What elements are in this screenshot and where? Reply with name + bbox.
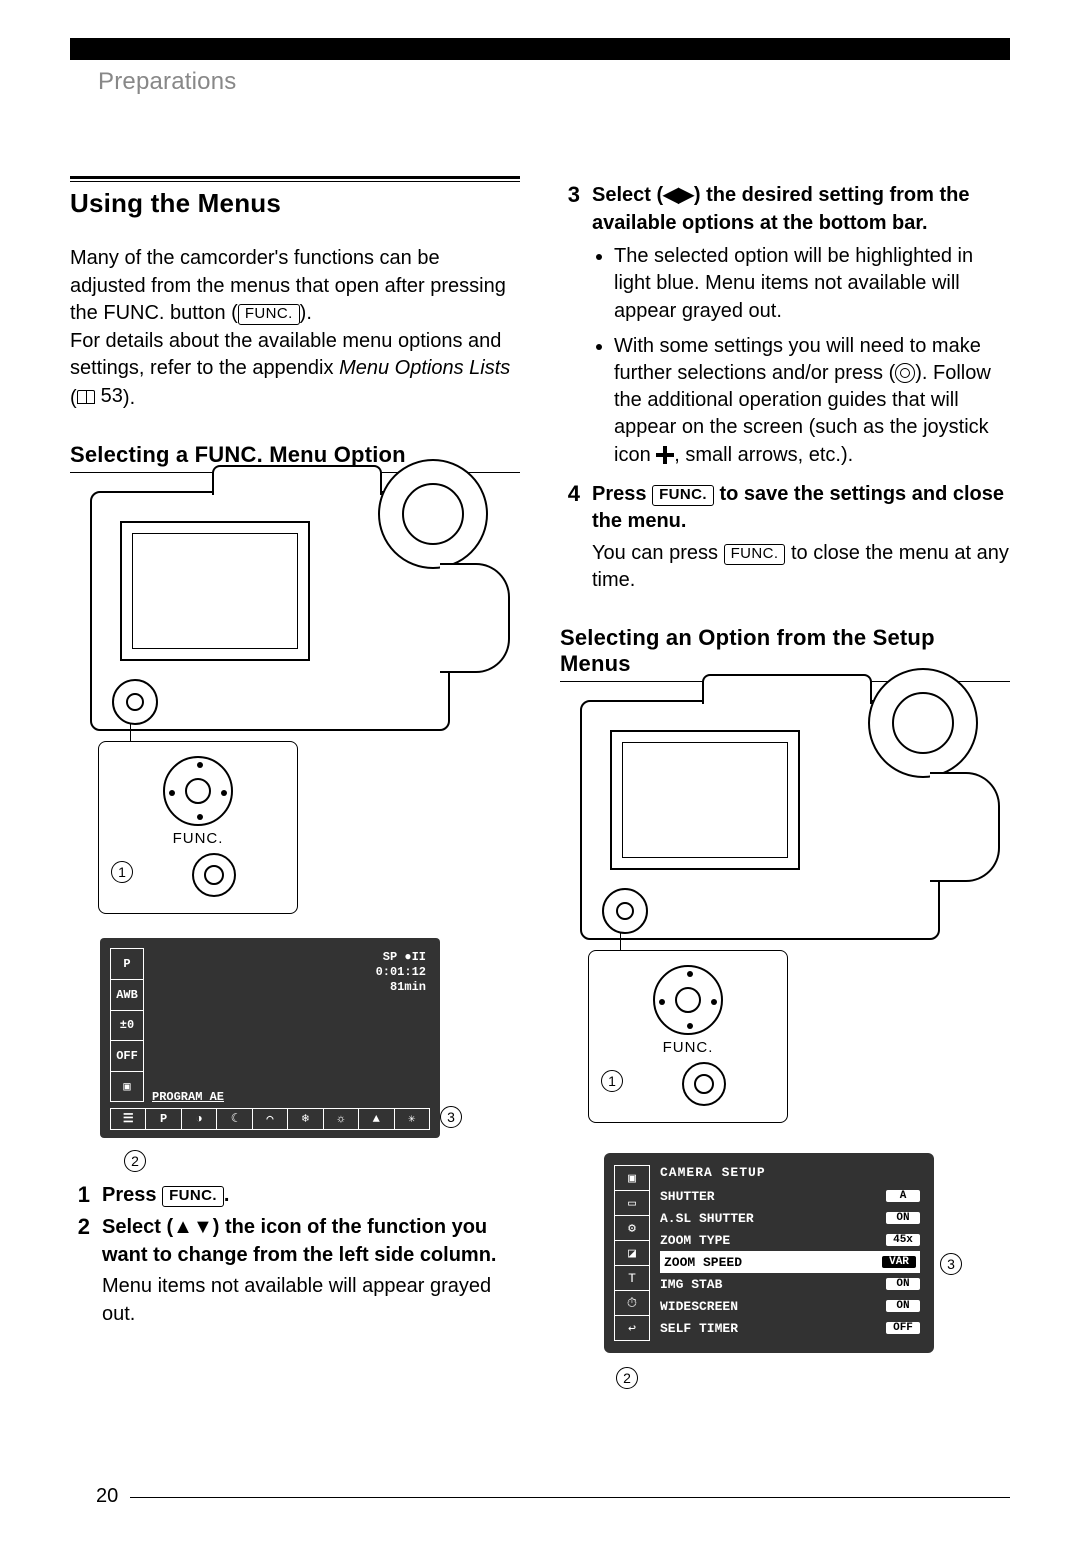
tab-bar (70, 38, 1010, 60)
func-key: FUNC. (724, 544, 786, 565)
func-menu-screenshot: P AWB ±0 OFF ▣ SP ●II 0:01:12 81min PROG… (100, 938, 440, 1138)
callout-marker-1: 1 (111, 861, 133, 883)
right-column: 3 Select (◀▶) the desired setting from t… (560, 176, 1010, 1393)
step-2-note: Menu items not available will appear gra… (102, 1273, 520, 1328)
footer-rule (130, 1497, 1010, 1498)
section-heading: Using the Menus (70, 188, 520, 219)
setup-menu-screenshot: ▣▭⚙◪T⏱↩ CAMERA SETUP SHUTTERAA.SL SHUTTE… (604, 1153, 934, 1353)
setup-row: SHUTTERA (660, 1185, 920, 1207)
page-reference: 53 (77, 383, 123, 411)
callout-marker-2: 2 (616, 1367, 638, 1389)
func-label: FUNC. (601, 1039, 775, 1056)
callout-marker-3: 3 (940, 1253, 962, 1275)
step-2: 2 Select (▲▼) the icon of the function y… (70, 1214, 520, 1328)
setup-rows: SHUTTERAA.SL SHUTTERONZOOM TYPE45xZOOM S… (660, 1185, 920, 1339)
setup-row: ZOOM SPEEDVAR (660, 1251, 920, 1273)
step-3-instruction: Select (◀▶) the desired setting from the… (592, 184, 970, 234)
osd-side-column: P AWB ±0 OFF ▣ (110, 948, 144, 1102)
step-2-instruction: Select (▲▼) the icon of the function you… (102, 1216, 496, 1266)
book-icon (77, 390, 95, 404)
joystick-icon (653, 965, 723, 1035)
manual-page: Preparations Using the Menus Many of the… (0, 0, 1080, 1560)
chapter-title: Preparations (98, 68, 1010, 96)
callout-marker-2: 2 (124, 1150, 146, 1172)
joystick-icon (656, 446, 674, 464)
step-1: 1 Press FUNC.. (70, 1182, 520, 1210)
setup-row: IMG STABON (660, 1273, 920, 1295)
func-key: FUNC. (162, 1186, 224, 1207)
set-dial-icon (895, 363, 915, 383)
intro-paragraph: Many of the camcorder's functions can be… (70, 245, 520, 328)
left-column: Using the Menus Many of the camcorder's … (70, 176, 520, 1393)
func-button-icon (682, 1062, 726, 1106)
osd-status: SP ●II 0:01:12 81min (376, 950, 426, 995)
callout-marker-1: 1 (601, 1070, 623, 1092)
osd-bottombar: ☰ P ◑ ☾ ⌒ ❄ ☼ ▲ ✳ (110, 1108, 430, 1130)
setup-row: ZOOM TYPE45x (660, 1229, 920, 1251)
func-button-icon (192, 853, 236, 897)
joystick-icon (163, 756, 233, 826)
func-key: FUNC. (238, 304, 300, 325)
setup-row: A.SL SHUTTERON (660, 1207, 920, 1229)
func-label: FUNC. (111, 830, 285, 847)
camcorder-illustration: FUNC. 1 (70, 491, 520, 914)
step-3: 3 Select (◀▶) the desired setting from t… (560, 182, 1010, 477)
func-key: FUNC. (652, 485, 714, 506)
step-3-bullet-2: With some settings you will need to make… (614, 333, 1010, 469)
step-4: 4 Press FUNC. to save the settings and c… (560, 481, 1010, 595)
osd-program-ae: PROGRAM AE (152, 1090, 224, 1104)
step-4-note: You can press FUNC. to close the menu at… (592, 540, 1010, 595)
setup-side-tabs: ▣▭⚙◪T⏱↩ (614, 1165, 650, 1341)
step-3-bullet-1: The selected option will be highlighted … (614, 243, 1010, 325)
callout-marker-3: 3 (440, 1106, 462, 1128)
func-callout-2: FUNC. 1 (588, 950, 788, 1123)
setup-row: SELF TIMEROFF (660, 1317, 920, 1339)
appendix-title: Menu Options Lists (339, 357, 510, 379)
intro-paragraph-2: For details about the available menu opt… (70, 328, 520, 413)
setup-title: CAMERA SETUP (660, 1165, 920, 1180)
camcorder-illustration-2: FUNC. 1 (560, 700, 1010, 1123)
page-number: 20 (96, 1485, 118, 1508)
setup-row: WIDESCREENON (660, 1295, 920, 1317)
func-callout: FUNC. 1 (98, 741, 298, 914)
